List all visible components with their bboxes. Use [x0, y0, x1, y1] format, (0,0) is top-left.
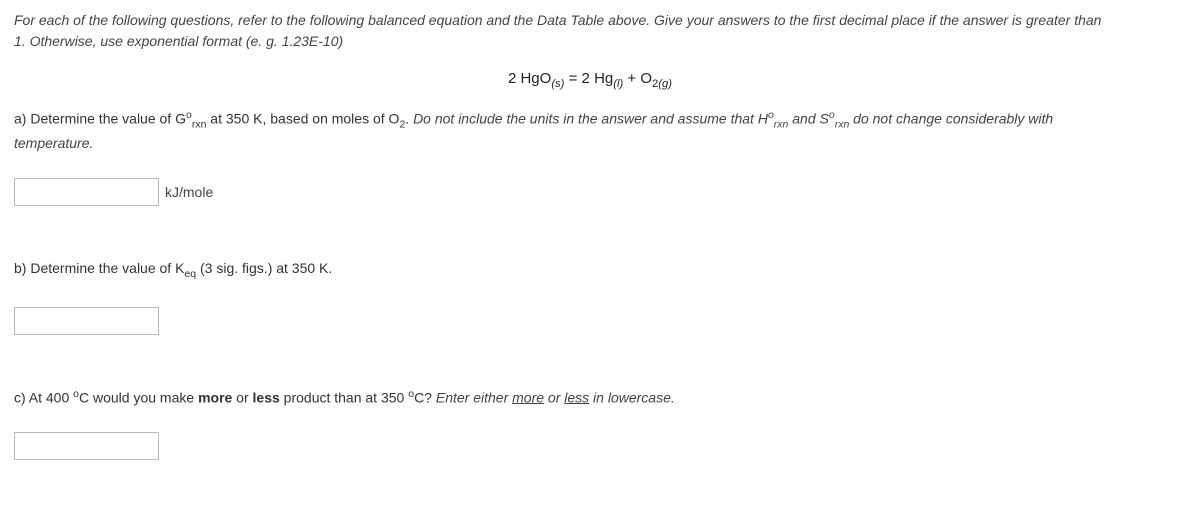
question-a-text: a) Determine the value of Gorxn at 350 K…	[14, 108, 1166, 154]
qa-sub1: rxn	[192, 118, 207, 130]
question-a: a) Determine the value of Gorxn at 350 K…	[14, 108, 1166, 206]
qc-c2: C?	[414, 389, 436, 405]
qc-mid: or	[232, 389, 252, 405]
qc-italend: in lowercase.	[589, 389, 675, 405]
qa-input-row: kJ/mole	[14, 178, 1166, 206]
intro-line1: For each of the following questions, ref…	[14, 12, 1101, 28]
eq-coeff1: 2	[508, 70, 516, 87]
eq-state3: (g)	[658, 78, 672, 90]
qc-input-row	[14, 432, 1166, 460]
qa-itsub3: rxn	[774, 118, 789, 130]
qc-italor: or	[544, 389, 564, 405]
qb-sub: eq	[184, 268, 196, 280]
qc-bold2: less	[253, 389, 280, 405]
qc-answer-input[interactable]	[14, 432, 159, 460]
qa-it1: Do not include the units in the answer a…	[413, 111, 768, 127]
qc-ul2: less	[564, 389, 589, 405]
qc-ital1: Enter either	[436, 389, 512, 405]
eq-sp3: O	[640, 70, 652, 87]
question-b: b) Determine the value of Keq (3 sig. fi…	[14, 258, 1166, 335]
qc-prefix: c) At 400	[14, 389, 73, 405]
qb-answer-input[interactable]	[14, 307, 159, 335]
eq-sp1: HgO	[520, 70, 551, 87]
qb-suffix: (3 sig. figs.) at 350 K.	[196, 260, 332, 276]
qa-prefix: a) Determine the value of G	[14, 111, 186, 127]
qc-ul1: more	[512, 389, 544, 405]
question-c-text: c) At 400 oC would you make more or less…	[14, 387, 1166, 409]
eq-equals: =	[569, 70, 578, 87]
eq-sp2: Hg	[594, 70, 613, 87]
qa-itmid2: and S	[788, 111, 828, 127]
eq-coeff2: 2	[582, 70, 590, 87]
qb-prefix: b) Determine the value of K	[14, 260, 184, 276]
intro-line2: 1. Otherwise, use exponential format (e.…	[14, 33, 343, 49]
qa-itsub4: rxn	[835, 118, 850, 130]
qc-bold1: more	[198, 389, 232, 405]
qa-it2: do not change considerably with	[849, 111, 1053, 127]
qa-answer-input[interactable]	[14, 178, 159, 206]
qb-input-row	[14, 307, 1166, 335]
eq-state1: (s)	[551, 78, 564, 90]
qa-unit: kJ/mole	[165, 184, 213, 200]
qa-mid1: at 350 K, based on moles of O	[206, 111, 399, 127]
balanced-equation: 2 HgO(s) = 2 Hg(l) + O2(g)	[14, 70, 1166, 90]
qa-period1: .	[405, 111, 413, 127]
question-c: c) At 400 oC would you make more or less…	[14, 387, 1166, 461]
qa-itline2: temperature.	[14, 135, 93, 151]
qc-c1: C would you make	[79, 389, 198, 405]
eq-plus: +	[627, 70, 636, 87]
eq-state2: (l)	[613, 78, 623, 90]
question-b-text: b) Determine the value of Keq (3 sig. fi…	[14, 258, 1166, 283]
qc-mid2: product than at 350	[280, 389, 408, 405]
instructions-text: For each of the following questions, ref…	[14, 10, 1166, 52]
